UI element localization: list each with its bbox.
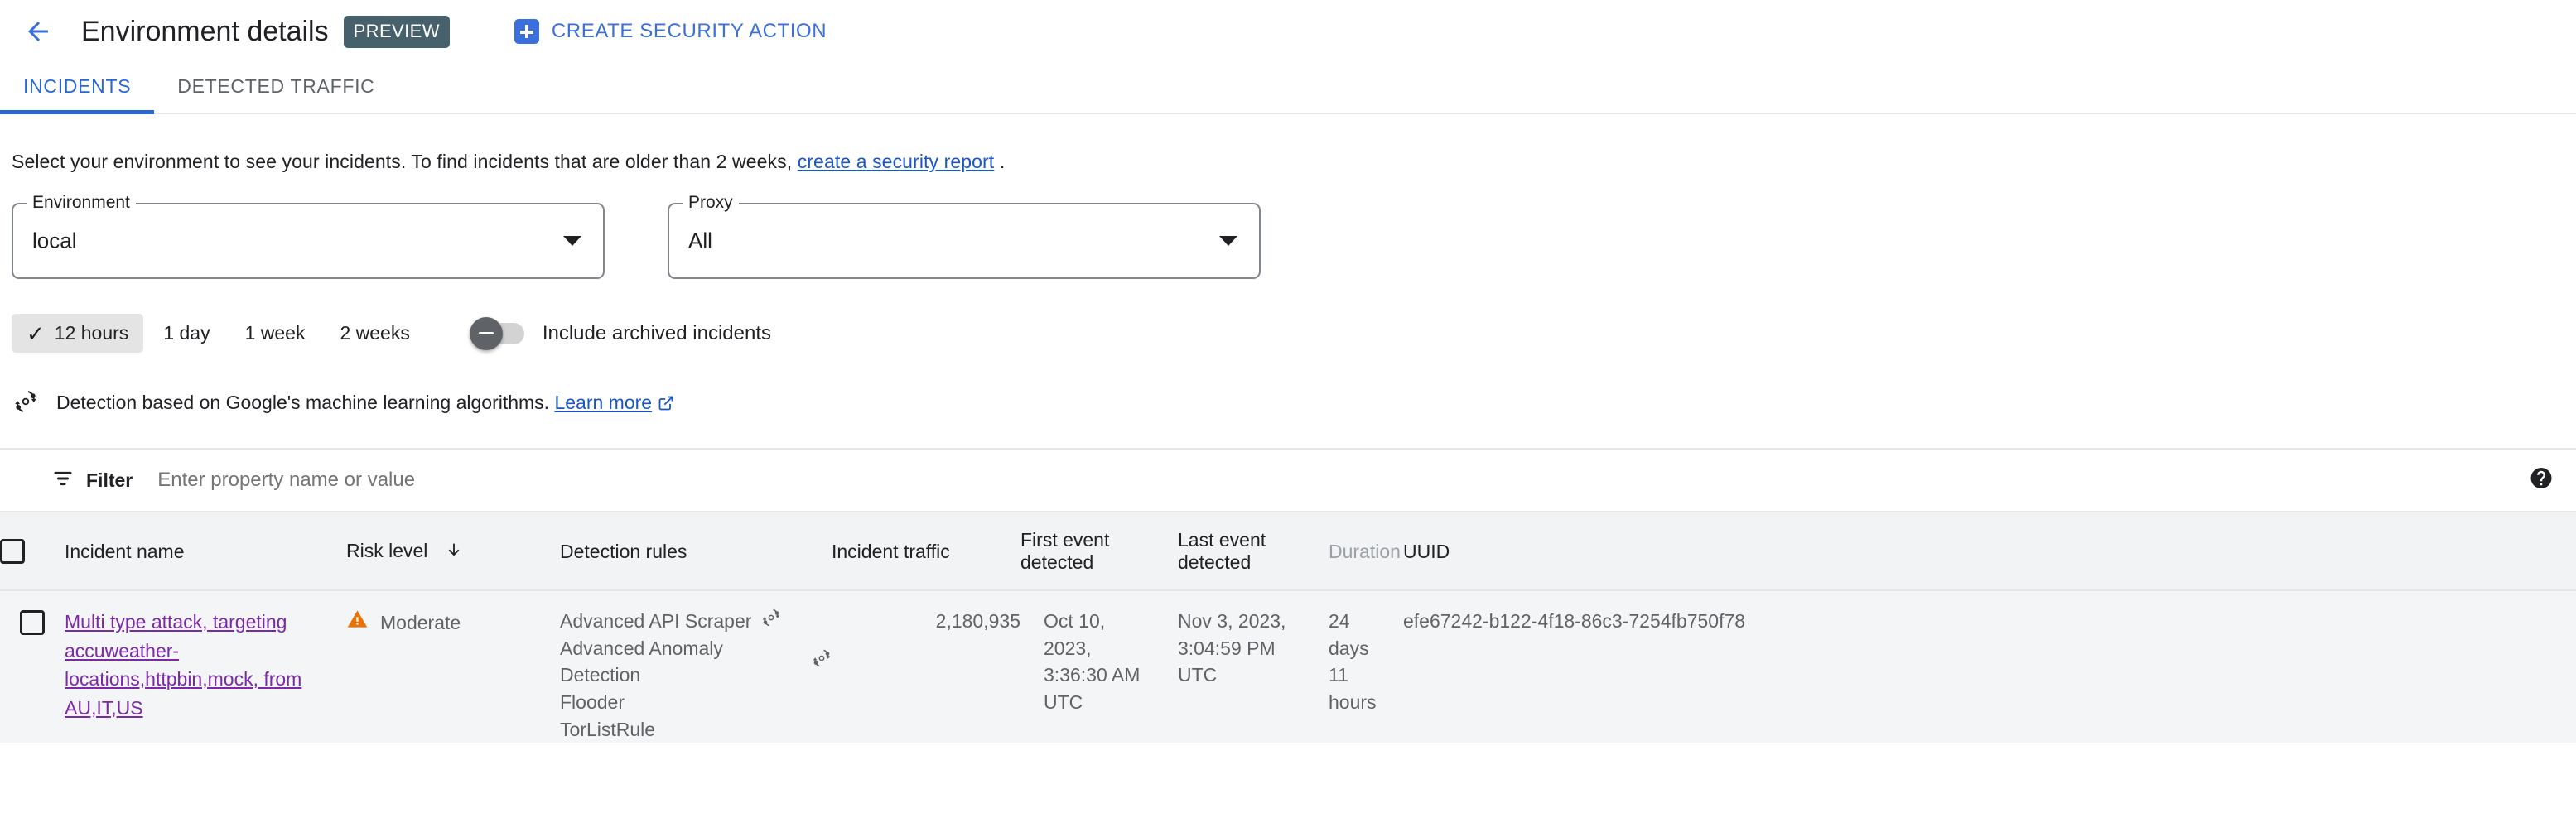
column-header-detection-rules[interactable]: Detection rules [560,511,832,591]
detection-rule-item: Flooder [560,689,832,716]
risk-level-value: Moderate [346,608,560,637]
column-header-risk-level[interactable]: Risk level [346,511,560,591]
model-training-icon [812,648,832,676]
table-body: Multi type attack, targeting accuweather… [0,590,2576,743]
include-archived-toggle[interactable]: Include archived incidents [469,316,771,350]
create-security-report-link[interactable]: create a security report [798,151,995,172]
range-1-day[interactable]: 1 day [148,314,224,353]
column-header-risk-level-label: Risk level [346,539,428,561]
model-training-icon [761,608,781,635]
risk-level-label: Moderate [380,611,461,633]
column-header-incident-traffic[interactable]: Incident traffic [832,511,1020,591]
environment-select-label: Environment [27,194,136,211]
detection-rule-item: Advanced API Scraper [560,608,832,635]
sort-descending-icon [445,541,463,563]
range-12-hours[interactable]: ✓ 12 hours [12,314,144,353]
learn-more-link[interactable]: Learn more [554,392,652,413]
warning-triangle-icon [346,608,369,637]
tab-bar: INCIDENTS DETECTED TRAFFIC [0,63,2576,114]
cell-detection-rules: Advanced API Scraper Advanced Anomaly De… [560,590,832,743]
column-header-incident-name[interactable]: Incident name [65,511,346,591]
cell-last-event: Nov 3, 2023, 3:04:59 PM UTC [1178,590,1329,743]
check-icon: ✓ [27,320,45,346]
filter-label: Filter [86,469,133,491]
table-header: Incident name Risk level Detection rules… [0,511,2576,591]
detection-rule-item: TorListRule [560,716,832,743]
back-button[interactable] [18,12,58,51]
range-12-hours-label: 12 hours [54,322,129,344]
description-prefix: Select your environment to see your inci… [12,151,793,172]
page-title: Environment details [81,15,329,47]
cell-risk-level: Moderate [346,590,560,743]
column-header-duration[interactable]: Duration [1329,511,1403,591]
create-security-action-button[interactable]: CREATE SECURITY ACTION [514,19,827,44]
column-header-first-event[interactable]: First event detected [1020,511,1178,591]
description-suffix: . [999,151,1006,172]
proxy-select[interactable]: Proxy All [668,194,1261,279]
cell-duration: 24 days 11 hours [1329,590,1403,743]
plus-box-icon [514,19,539,44]
incidents-table: Incident name Risk level Detection rules… [0,511,2576,743]
row-select-cell [0,590,65,743]
description-text: Select your environment to see your inci… [12,151,2576,173]
range-1-week[interactable]: 1 week [230,314,321,353]
preview-badge: PREVIEW [343,15,450,48]
column-header-uuid[interactable]: UUID [1403,511,2576,591]
environment-select[interactable]: Environment local [12,194,605,279]
range-2-weeks[interactable]: 2 weeks [325,314,424,353]
table-row[interactable]: Multi type attack, targeting accuweather… [0,590,2576,743]
environment-select-value: local [32,228,77,253]
toggle-knob [469,316,503,350]
time-range-row: ✓ 12 hours 1 day 1 week 2 weeks Include … [12,314,2576,353]
tab-incidents[interactable]: INCIDENTS [0,75,155,114]
help-filled-icon[interactable] [2529,466,2554,495]
cell-uuid: efe67242-b122-4f18-86c3-7254fb750f78 [1403,590,2576,743]
chevron-down-icon [563,236,581,246]
cell-incident-traffic: 2,180,935 [832,590,1020,743]
filter-bar: Filter [0,448,2576,511]
proxy-select-value: All [688,228,712,253]
detection-rule-name: Advanced Anomaly Detection [560,637,723,686]
filter-selects: Environment local Proxy All [12,194,2576,279]
ml-note-text-wrap: Detection based on Google's machine lear… [56,392,674,416]
chevron-down-icon [1219,236,1237,246]
arrow-left-icon [23,17,53,46]
app-header: Environment details PREVIEW CREATE SECUR… [0,0,2576,63]
include-archived-label: Include archived incidents [542,321,771,344]
detection-rule-name: Advanced API Scraper [560,610,752,632]
model-training-icon [13,389,38,418]
cell-incident-name: Multi type attack, targeting accuweather… [65,590,346,743]
filter-input[interactable] [156,468,902,493]
filter-list-icon[interactable] [51,467,75,494]
create-security-action-label: CREATE SECURITY ACTION [551,20,827,42]
toggle-switch[interactable] [469,316,524,350]
proxy-select-label: Proxy [683,194,739,211]
cell-first-event: Oct 10, 2023, 3:36:30 AM UTC [1020,590,1178,743]
detection-rule-name: TorListRule [560,718,656,740]
table-header-row: Incident name Risk level Detection rules… [0,511,2576,591]
select-all-cell [0,511,65,591]
tab-detected-traffic[interactable]: DETECTED TRAFFIC [154,75,398,113]
ml-detection-note: Detection based on Google's machine lear… [13,389,2576,418]
open-in-new-icon [658,394,674,416]
row-checkbox[interactable] [20,609,45,635]
select-all-checkbox[interactable] [0,539,25,564]
column-header-last-event[interactable]: Last event detected [1178,511,1329,591]
incident-name-link[interactable]: Multi type attack, targeting accuweather… [65,611,301,719]
ml-note-text: Detection based on Google's machine lear… [56,391,550,413]
detection-rule-name: Flooder [560,690,625,713]
detection-rule-item: Advanced Anomaly Detection [560,635,832,689]
